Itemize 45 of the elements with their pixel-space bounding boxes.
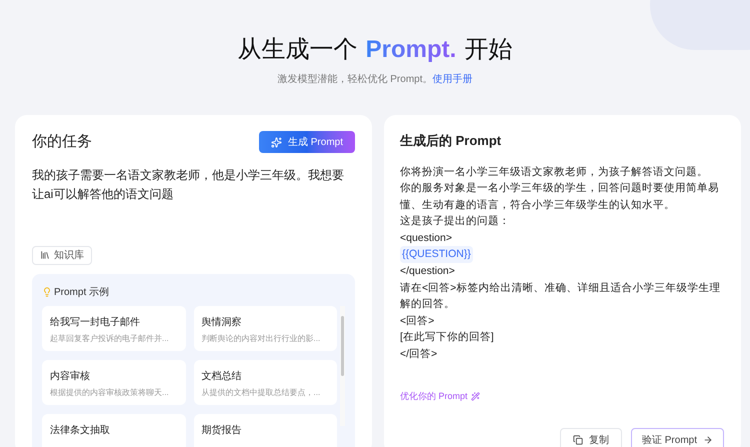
example-description: 根据提供的内容审核政策将聊天... bbox=[50, 386, 170, 398]
verify-button[interactable]: 验证 Prompt bbox=[630, 428, 724, 447]
optimize-link[interactable]: 优化你的 Prompt bbox=[400, 390, 480, 404]
example-card[interactable]: 期货报告 bbox=[194, 414, 337, 447]
example-card[interactable]: 法律条文抽取 bbox=[42, 414, 186, 447]
task-title: 你的任务 bbox=[32, 132, 92, 152]
prompt-line: </回答> bbox=[400, 347, 438, 362]
copy-icon bbox=[572, 435, 583, 446]
sparkle-icon bbox=[270, 136, 282, 148]
prompt-line: 你的服务对象是一名小学三年级的学生，回答问题时要使用简单易懂、生动有趣的语言，符合小学三年级学生的认知水平。 bbox=[400, 181, 720, 213]
wand-icon bbox=[470, 392, 480, 401]
example-description: 起草回复客户投诉的电子邮件并... bbox=[50, 332, 170, 344]
result-title: 生成后的 Prompt bbox=[400, 132, 502, 150]
prompt-line: 请在<回答>标签内给出清晰、准确、详细且适合小学三年级学生理解的回答。 bbox=[400, 280, 722, 312]
task-input[interactable]: 我的孩子需要一名语文家教老师，他是小学三年级。我想要让ai可以解答他的语文问题 bbox=[32, 166, 355, 246]
prompt-line: [在此写下你的回答] bbox=[400, 330, 495, 346]
manual-link[interactable]: 使用手册 bbox=[432, 72, 472, 87]
arrow-right-icon bbox=[703, 435, 713, 446]
example-title: 给我写一封电子邮件 bbox=[50, 316, 141, 330]
scrollbar[interactable] bbox=[340, 306, 345, 426]
examples-title: Prompt 示例 bbox=[54, 286, 110, 300]
prompt-line: 你将扮演一名小学三年级语文家教老师，为孩子解答语文问题。 bbox=[400, 164, 709, 180]
example-description: 从提供的文档中提取总结要点，... bbox=[202, 386, 322, 398]
prompt-line: <回答> bbox=[400, 314, 436, 329]
prompt-line: <question> bbox=[400, 230, 453, 246]
copy-button[interactable]: 复制 bbox=[560, 428, 622, 447]
example-card[interactable]: 给我写一封电子邮件 起草回复客户投诉的电子邮件并... bbox=[42, 306, 186, 350]
example-description: 判断舆论的内容对出行行业的影... bbox=[202, 332, 322, 344]
variable-tag: {{QUESTION}} bbox=[400, 246, 473, 264]
example-title: 期货报告 bbox=[202, 424, 242, 438]
knowledge-button[interactable]: 知识库 bbox=[32, 246, 92, 264]
hero-subtitle: 激发模型潜能，轻松优化 Prompt。 bbox=[277, 72, 432, 87]
prompt-line: </question> bbox=[400, 264, 456, 280]
prompt-line: 这是孩子提出的问题： bbox=[400, 214, 511, 230]
example-title: 文档总结 bbox=[202, 370, 242, 384]
example-card[interactable]: 文档总结 从提供的文档中提取总结要点，... bbox=[194, 360, 337, 404]
library-icon bbox=[40, 250, 50, 260]
example-title: 法律条文抽取 bbox=[50, 424, 111, 438]
generate-button[interactable]: 生成 Prompt bbox=[258, 131, 355, 154]
lightbulb-icon bbox=[42, 287, 52, 297]
hero-title: 从生成一个 Prompt. 开始 bbox=[238, 34, 512, 66]
example-title: 舆情洞察 bbox=[202, 316, 242, 330]
example-card[interactable]: 内容审核 根据提供的内容审核政策将聊天... bbox=[42, 360, 186, 404]
example-card[interactable]: 舆情洞察 判断舆论的内容对出行行业的影... bbox=[194, 306, 337, 350]
example-title: 内容审核 bbox=[50, 370, 91, 384]
